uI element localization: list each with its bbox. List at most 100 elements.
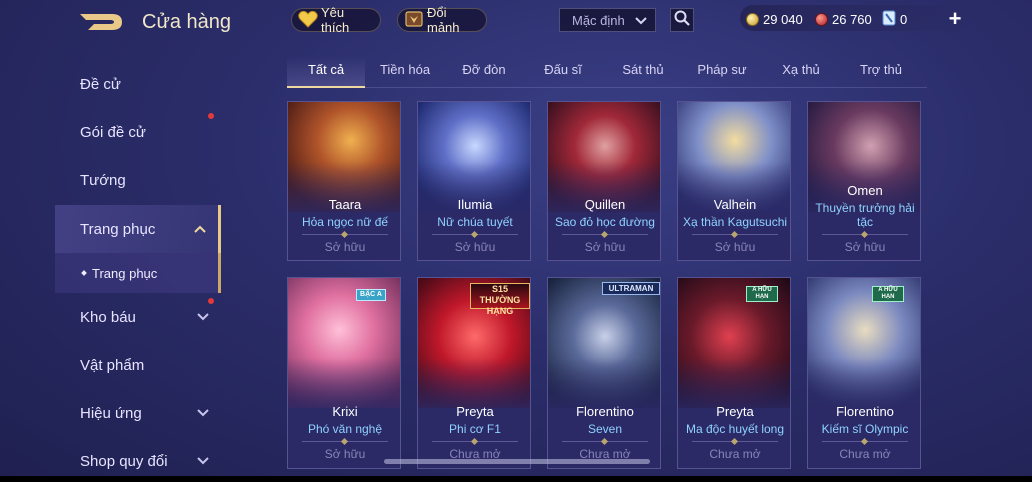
skin-card[interactable]: A HỮU HẠN Florentino Kiếm sĩ Olympic Chư… [807,277,921,469]
skin-card[interactable]: Valhein Xạ thần Kagutsuchi Sở hữu [677,101,791,261]
hero-name: Ilumia [457,197,493,212]
hero-name: Krixi [332,404,358,419]
sidebar-item-label: Gói đề cử [80,123,146,141]
screen-bottom-edge [0,476,1032,482]
sidebar-item-label: Kho báu [80,308,136,326]
hero-name: Quillen [584,197,626,212]
skin-name: Seven [587,422,623,436]
chevron-down-icon [197,454,209,466]
bullet-icon [81,270,87,276]
add-currency-button[interactable]: + [944,6,966,32]
sidebar-subitem-label: Trang phục [92,265,158,281]
favorites-button[interactable]: Yêu thích [291,5,381,35]
skin-card[interactable]: S15 THƯỜNG HẠNG Preyta Phi cơ F1 Chưa mở [417,277,531,469]
card-divider [822,441,908,442]
page-title: Cửa hàng [142,11,232,33]
sort-selected-value: Mặc định [572,12,625,28]
card-divider [562,234,648,235]
skin-card[interactable]: ULTRAMAN Florentino Seven Chưa mở [547,277,661,469]
skin-card[interactable]: Taara Hỏa ngọc nữ đế Sở hữu [287,101,401,261]
chevron-down-icon [197,310,209,322]
card-divider [692,234,778,235]
tab-tank[interactable]: Đỡ đòn [447,62,521,77]
limited-badge: A HỮU HẠN [746,286,778,302]
tier-badge: BẬC A [356,289,386,301]
fragment-box-icon [404,10,424,31]
voucher-icon [882,10,896,29]
sidebar: Đề cử Gói đề cử Tướng Trang phục Trang p… [55,60,221,480]
sidebar-item-items[interactable]: Vật phẩm [55,341,221,389]
sidebar-item-label: Đề cử [80,75,121,93]
tab-assassin[interactable]: Sát thủ [605,62,681,77]
card-divider [302,441,388,442]
search-icon [674,10,690,31]
sidebar-item-label: Shop quy đổi [80,452,168,470]
ruby-currency: 26 760 [815,10,872,28]
sort-dropdown[interactable]: Mặc định [559,8,656,32]
gold-coin-icon [746,12,759,26]
ownership-status: Sở hữu [584,240,626,254]
skin-name: Xạ thần Kagutsuchi [682,215,788,229]
sidebar-item-label: Tướng [80,171,126,189]
notification-dot [208,298,214,304]
ruby-amount: 26 760 [832,11,872,27]
tab-fighter[interactable]: Đấu sĩ [527,62,599,77]
ownership-status: Chưa mở [839,447,891,461]
card-art-fade [288,162,400,222]
sidebar-item-heroes[interactable]: Tướng [55,156,221,204]
tab-support[interactable]: Trợ thủ [843,62,919,77]
skin-name: Phó văn nghệ [307,422,383,436]
gold-currency: 29 040 [746,10,803,28]
skin-card[interactable]: BẬC A Krixi Phó văn nghệ Sở hữu [287,277,401,469]
voucher-amount: 0 [900,11,908,27]
tab-all[interactable]: Tất cả [287,62,365,77]
season-rank-badge: S15 THƯỜNG HẠNG [470,283,530,316]
skin-name: Thuyền trưởng hải tặc [815,201,915,229]
card-divider [692,441,778,442]
card-divider [302,234,388,235]
card-art-fade [678,162,790,222]
hero-name: Taara [328,197,362,212]
hero-name: Florentino [576,404,634,419]
sidebar-item-effects[interactable]: Hiệu ứng [55,389,221,437]
tab-marksman[interactable]: Xạ thủ [763,62,839,77]
skin-name: Kiếm sĩ Olympic [821,422,909,436]
hero-name: Preyta [716,404,754,419]
heart-icon [298,10,318,31]
back-icon[interactable] [78,10,124,34]
top-bar: Cửa hàng Yêu thích Đổi mảnh Mặc định 29 … [0,0,1032,40]
favorites-label: Yêu thích [321,5,350,35]
card-divider [822,234,908,235]
card-divider [562,441,648,442]
ownership-status: Sở hữu [844,240,886,254]
ownership-status: Chưa mở [709,447,761,461]
limited-badge: A HỮU HẠN [872,286,904,302]
tab-mage[interactable]: Pháp sư [683,62,761,77]
sidebar-item-recommended-packs[interactable]: Gói đề cử [55,108,221,156]
sidebar-item-skins[interactable]: Trang phục [55,205,221,253]
sidebar-item-recommended[interactable]: Đề cử [55,60,221,108]
sidebar-item-treasure[interactable]: Kho báu [55,293,221,341]
active-tab-underline [287,86,365,88]
skin-card[interactable]: Quillen Sao đỏ học đường Sở hữu [547,101,661,261]
hero-name: Omen [847,183,883,198]
card-divider [432,441,518,442]
skin-name: Ma độc huyết long [685,422,785,436]
skin-name: Hỏa ngọc nữ đế [301,215,389,229]
sidebar-item-label: Vật phẩm [80,356,145,374]
exchange-fragments-button[interactable]: Đổi mảnh [397,5,487,35]
ownership-status: Sở hữu [714,240,756,254]
skin-card[interactable]: Ilumia Nữ chúa tuyết Sở hữu [417,101,531,261]
sidebar-item-label: Trang phục [80,220,156,238]
search-button[interactable] [670,8,694,32]
ownership-status: Sở hữu [454,240,496,254]
skin-card[interactable]: Omen Thuyền trưởng hải tặc Sở hữu [807,101,921,261]
skin-card[interactable]: A HỮU HẠN Preyta Ma độc huyết long Chưa … [677,277,791,469]
plus-icon: + [948,6,962,31]
tab-evolution[interactable]: Tiền hóa [367,62,443,77]
card-art-fade [418,162,530,222]
gold-amount: 29 040 [763,11,803,27]
horizontal-scrollbar[interactable] [384,459,650,464]
skin-name: Nữ chúa tuyết [437,215,513,229]
sidebar-subitem-skins[interactable]: Trang phục [55,253,221,293]
